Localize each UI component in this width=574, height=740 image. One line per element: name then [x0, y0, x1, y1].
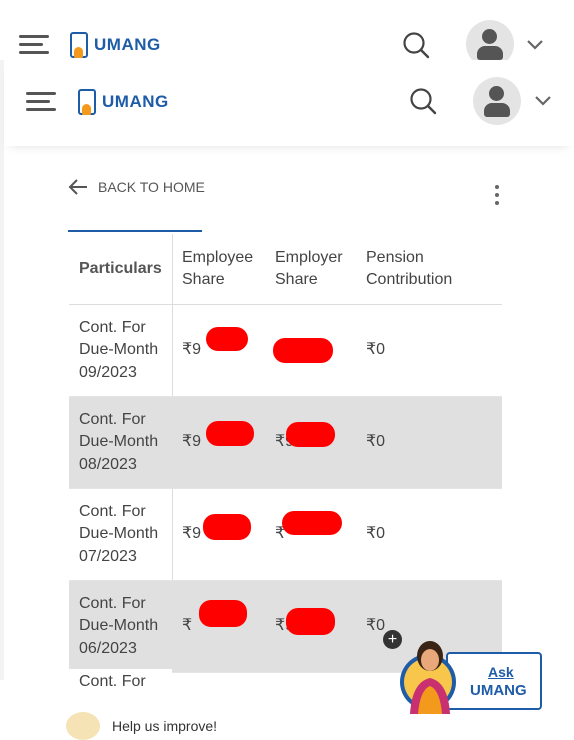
employee-share-value: ₹9: [182, 433, 202, 451]
search-icon[interactable]: [402, 31, 430, 59]
contribution-table: Particulars Employee Share Employer Shar…: [69, 234, 502, 673]
assistant-avatar-icon: [400, 641, 456, 714]
column-header: Employer Share: [275, 248, 343, 289]
avatar[interactable]: [473, 77, 521, 125]
redaction-mark: [282, 511, 342, 536]
particulars-cell: Cont. For Due-Month 06/2023: [79, 594, 159, 657]
arrow-left-icon: [68, 179, 87, 195]
particulars-cell: Cont. For Due-Month 09/2023: [79, 318, 159, 381]
employer-share-cell: ₹9: [265, 608, 356, 638]
umang-logo-icon: [78, 89, 96, 115]
redaction-mark: [206, 421, 254, 447]
redaction-mark: [199, 600, 247, 628]
umang-logo[interactable]: UMANG: [70, 32, 161, 58]
column-header: Particulars: [79, 259, 162, 277]
redaction-mark: [286, 608, 335, 636]
column-header: Pension Contribution: [366, 248, 453, 289]
table-header-row: Particulars Employee Share Employer Shar…: [69, 234, 502, 305]
redaction-mark: [206, 327, 248, 352]
ask-umang-button[interactable]: Ask UMANG: [400, 632, 542, 714]
umang-label: UMANG: [470, 682, 527, 699]
feedback-face-icon: [66, 712, 100, 740]
user-icon: [489, 86, 504, 101]
pension-cell: ₹0: [366, 341, 386, 359]
employer-share-cell: ₹: [265, 511, 356, 546]
table-row: Cont. For Due-Month 09/2023 ₹9 ₹0: [69, 305, 502, 397]
ask-label: Ask: [488, 664, 514, 680]
brand-name: UMANG: [102, 92, 169, 111]
hamburger-icon[interactable]: [26, 92, 56, 112]
app-header: UMANG: [4, 60, 574, 146]
search-icon[interactable]: [409, 87, 437, 115]
employee-share-value: ₹9: [182, 525, 202, 543]
chevron-down-icon[interactable]: [534, 95, 552, 106]
brand-name: UMANG: [94, 35, 161, 54]
employee-share-value: ₹9: [182, 341, 202, 359]
employee-share-cell: ₹: [172, 600, 265, 638]
redaction-mark: [203, 514, 251, 541]
employee-share-cell: ₹9: [172, 514, 265, 546]
table-row: Cont. For Due-Month 08/2023 ₹9 ₹9 ₹0: [69, 397, 502, 489]
employee-share-value: ₹: [182, 617, 193, 635]
umang-logo[interactable]: UMANG: [78, 89, 169, 115]
partial-table-row: Cont. For: [69, 669, 172, 699]
active-tab-indicator: [68, 230, 202, 232]
employee-share-cell: ₹9: [172, 327, 265, 362]
back-to-home-label: BACK TO HOME: [98, 179, 205, 195]
user-icon: [482, 29, 497, 44]
column-header: Employee Share: [182, 248, 254, 289]
help-us-improve-link[interactable]: Help us improve!: [66, 712, 217, 740]
kebab-icon[interactable]: [494, 183, 500, 207]
chevron-down-icon[interactable]: [526, 39, 544, 50]
back-to-home-link[interactable]: BACK TO HOME: [68, 178, 205, 196]
table-row: Cont. For Due-Month 07/2023 ₹9 ₹ ₹0: [69, 489, 502, 581]
hamburger-icon[interactable]: [19, 35, 49, 55]
particulars-cell: Cont. For Due-Month 08/2023: [79, 410, 159, 473]
employee-share-cell: ₹9: [172, 421, 265, 454]
particulars-cell: Cont. For Due-Month 07/2023: [79, 502, 159, 565]
page-edge: [0, 60, 4, 680]
redaction-mark: [286, 422, 335, 448]
employer-share-cell: ₹9: [265, 422, 356, 454]
help-us-improve-label: Help us improve!: [112, 718, 218, 734]
pension-cell: ₹0: [366, 525, 386, 543]
umang-logo-icon: [70, 32, 88, 58]
pension-cell: ₹0: [366, 433, 386, 451]
redaction-mark: [273, 337, 333, 363]
